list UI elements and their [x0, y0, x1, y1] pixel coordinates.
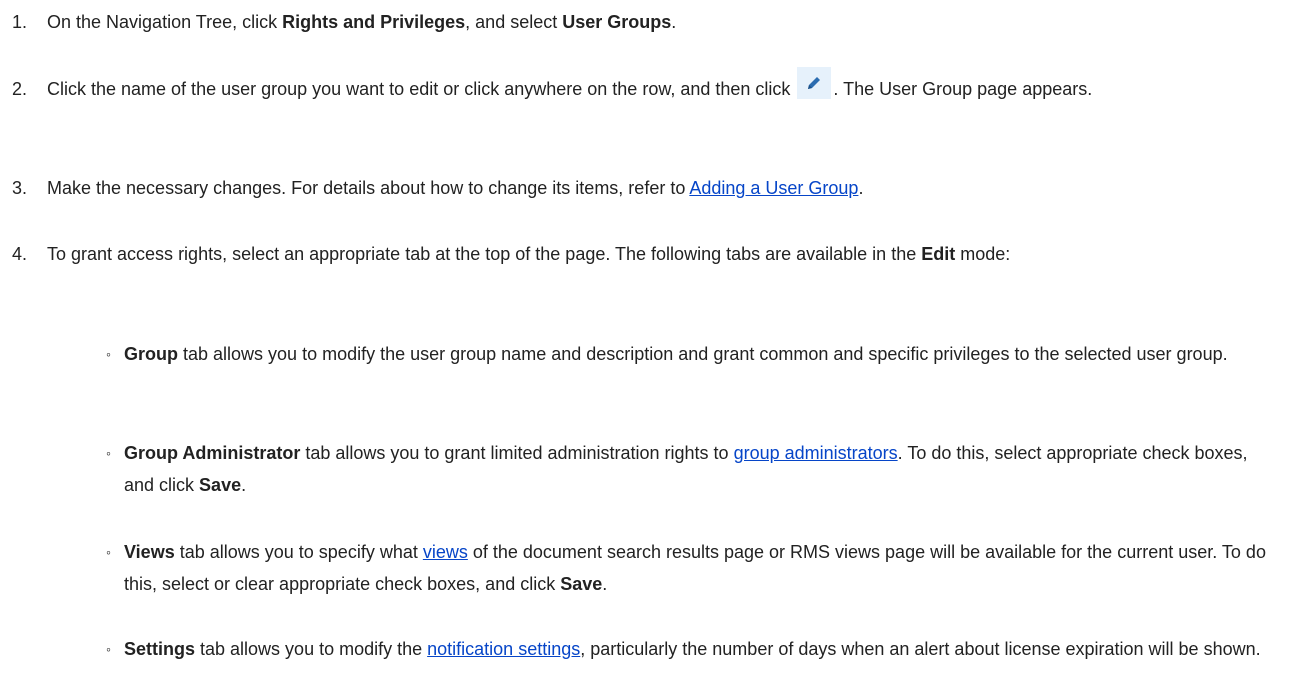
tab-name: Views: [124, 542, 175, 562]
notification-settings-link[interactable]: notification settings: [427, 639, 580, 659]
step-number: 4.: [12, 244, 28, 264]
tab-name: Group: [124, 344, 178, 364]
bullet-text: Settings tab allows you to modify the no…: [124, 639, 1261, 659]
bullet-text: Views tab allows you to specify what vie…: [124, 542, 1266, 594]
bullet-views-tab: ◦ Views tab allows you to specify what v…: [106, 536, 1274, 600]
step-text: Click the name of the user group you wan…: [47, 67, 1282, 105]
ui-term: Save: [199, 475, 242, 495]
group-administrators-link[interactable]: group administrators: [734, 443, 898, 463]
pencil-edit-icon: [797, 67, 832, 99]
step-text: Make the necessary changes. For details …: [47, 178, 864, 198]
step-3: 3. Make the necessary changes. For detai…: [12, 172, 1282, 204]
step-number: 2.: [12, 79, 28, 99]
bullet-settings-tab: ◦ Settings tab allows you to modify the …: [106, 632, 1274, 666]
help-document: 1. On the Navigation Tree, click Rights …: [0, 0, 1292, 696]
step-text: On the Navigation Tree, click Rights and…: [47, 12, 677, 32]
adding-user-group-link[interactable]: Adding a User Group: [689, 178, 858, 198]
ui-term: Save: [560, 574, 603, 594]
bullet-group-tab: ◦ Group tab allows you to modify the use…: [106, 338, 1274, 370]
ui-term: Edit: [921, 244, 956, 264]
ui-term: User Groups: [562, 12, 672, 32]
step-number: 3.: [12, 178, 28, 198]
views-link[interactable]: views: [423, 542, 468, 562]
bullet-text: Group tab allows you to modify the user …: [124, 344, 1228, 364]
bullet-mark: ◦: [106, 544, 111, 560]
bullet-mark: ◦: [106, 346, 111, 362]
tab-name: Group Administrator: [124, 443, 301, 463]
bullet-mark: ◦: [106, 445, 111, 461]
step-1: 1. On the Navigation Tree, click Rights …: [12, 6, 1282, 38]
bullet-mark: ◦: [106, 641, 111, 657]
bullet-text: Group Administrator tab allows you to gr…: [124, 443, 1248, 495]
step-text: To grant access rights, select an approp…: [47, 244, 1011, 264]
tab-name: Settings: [124, 639, 196, 659]
step-4: 4. To grant access rights, select an app…: [12, 238, 1282, 270]
bullet-group-administrator-tab: ◦ Group Administrator tab allows you to …: [106, 437, 1274, 501]
ui-term: Rights and Privileges: [282, 12, 466, 32]
step-number: 1.: [12, 12, 28, 32]
step-2: 2. Click the name of the user group you …: [12, 67, 1282, 105]
